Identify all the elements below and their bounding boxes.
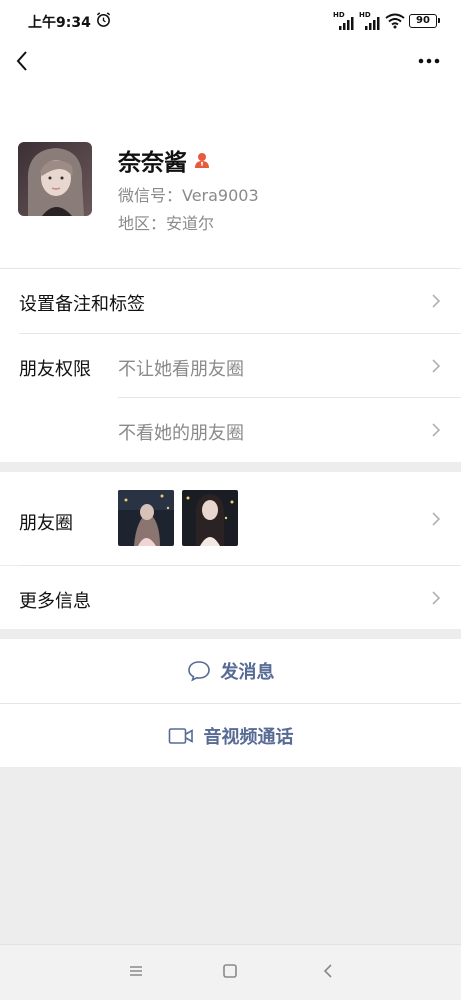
avatar[interactable]: [18, 142, 92, 216]
hide-her-moments-label: 不看她的朋友圈: [118, 423, 244, 444]
friend-permission-label: 朋友权限: [19, 359, 91, 380]
hide-her-moments-row[interactable]: 不看她的朋友圈: [0, 398, 461, 462]
back-nav-icon[interactable]: [320, 963, 336, 979]
wechat-id: 微信号：Vera9003: [118, 186, 259, 205]
message-bubble-icon: [187, 661, 210, 682]
signal-icon: HD: [333, 11, 355, 30]
moments-thumbnail: [182, 490, 238, 546]
menu-icon[interactable]: [128, 963, 144, 979]
section-gap: [0, 462, 461, 472]
chevron-right-icon: [432, 512, 441, 526]
remark-tags-row[interactable]: 设置备注和标签: [0, 269, 461, 333]
section-gap: [0, 629, 461, 639]
moments-row[interactable]: 朋友圈: [0, 472, 461, 565]
moments-label: 朋友圈: [19, 513, 73, 534]
system-navigation-bar: [0, 944, 461, 1000]
chevron-right-icon: [432, 591, 441, 605]
alarm-icon: [96, 12, 111, 27]
more-info-row[interactable]: 更多信息: [0, 566, 461, 629]
chevron-right-icon: [432, 294, 441, 308]
hide-my-moments-label: 不让她看朋友圈: [118, 359, 244, 380]
profile-name-row: 奈奈酱: [118, 143, 211, 177]
video-call-button[interactable]: 音视频通话: [0, 704, 461, 767]
status-bar: 上午9:34 HD HD 90: [0, 0, 461, 40]
remark-tags-label: 设置备注和标签: [19, 294, 145, 315]
send-message-button[interactable]: 发消息: [0, 639, 461, 703]
back-icon[interactable]: [12, 48, 34, 74]
person-icon: [195, 153, 209, 168]
video-call-label: 音视频通话: [203, 726, 294, 748]
send-message-label: 发消息: [220, 662, 275, 683]
friend-permission-row[interactable]: 朋友权限 不让她看朋友圈: [0, 334, 461, 398]
chevron-right-icon: [432, 359, 441, 373]
more-info-label: 更多信息: [19, 591, 91, 612]
signal-icon-2: HD: [359, 11, 381, 30]
video-camera-icon: [168, 727, 193, 744]
moments-thumbnail: [118, 490, 174, 546]
more-icon[interactable]: [417, 54, 441, 68]
wifi-icon: [385, 13, 405, 29]
home-icon[interactable]: [222, 963, 238, 979]
chevron-right-icon: [432, 423, 441, 437]
profile-name: 奈奈酱: [118, 150, 187, 176]
status-time: 上午9:34: [28, 15, 91, 31]
battery-icon: 90: [409, 14, 440, 28]
region: 地区：安道尔: [118, 214, 215, 233]
